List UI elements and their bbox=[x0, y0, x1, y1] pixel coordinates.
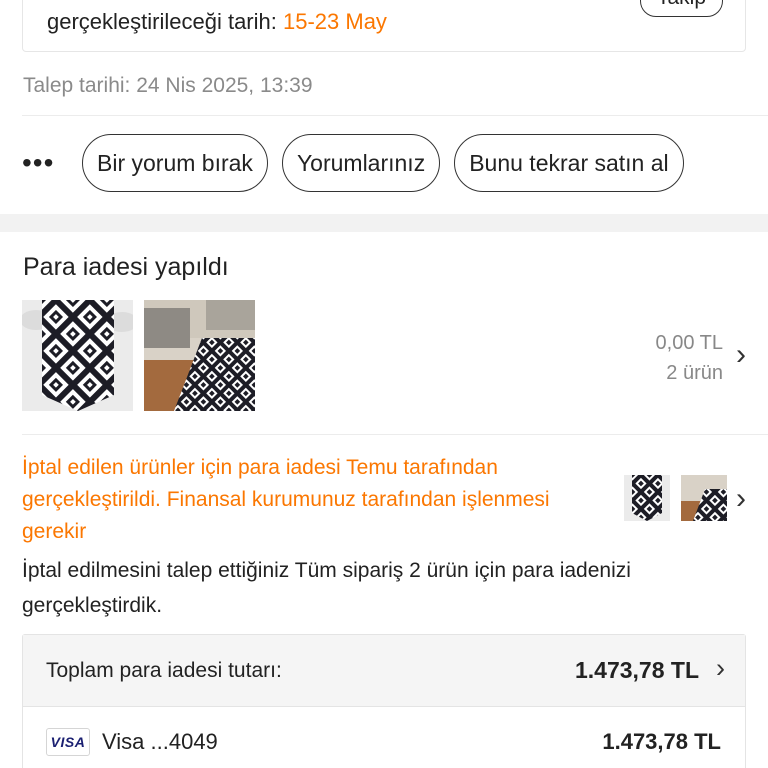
request-date: Talep tarihi: 24 Nis 2025, 13:39 bbox=[23, 74, 313, 97]
your-reviews-button[interactable]: Yorumlarınız bbox=[281, 134, 441, 192]
payment-card-label: Visa ...4049 bbox=[102, 729, 218, 754]
refund-total-label: Toplam para iadesi tutarı: bbox=[46, 659, 282, 682]
payment-method-row: VISA Visa ...4049 1.473,78 TL bbox=[23, 707, 745, 768]
track-button[interactable]: Takip bbox=[639, 0, 723, 17]
buy-again-button[interactable]: Bunu tekrar satın al bbox=[454, 134, 684, 192]
refund-total-box: Toplam para iadesi tutarı: 1.473,78 TL ›… bbox=[22, 634, 746, 768]
refund-summary[interactable]: 0,00 TL 2 ürün bbox=[656, 328, 723, 388]
chevron-right-icon[interactable]: › bbox=[736, 482, 746, 516]
refund-item-count: 2 ürün bbox=[666, 362, 723, 384]
order-actions: ••• Bir yorum bırak Yorumlarınız Bunu te… bbox=[22, 134, 684, 192]
refund-item-amount: 0,00 TL bbox=[655, 332, 723, 354]
section-divider bbox=[0, 214, 768, 232]
delivery-date-range: 15-23 May bbox=[282, 9, 387, 34]
chevron-right-icon[interactable]: › bbox=[736, 338, 746, 372]
refund-status-title: Para iadesi yapıldı bbox=[23, 253, 229, 281]
divider bbox=[22, 434, 768, 435]
refund-total-row[interactable]: Toplam para iadesi tutarı: 1.473,78 TL › bbox=[23, 635, 745, 707]
product-thumbnail-rug[interactable] bbox=[144, 300, 255, 411]
chevron-right-icon[interactable]: › bbox=[716, 653, 725, 684]
shipment-card: gerçekleştirileceği tarih: 15-23 May Tak… bbox=[22, 0, 746, 52]
refund-explanation: İptal edilmesini talep ettiğiniz Tüm sip… bbox=[22, 559, 631, 617]
refund-total-value: 1.473,78 TL bbox=[574, 657, 699, 683]
payment-amount: 1.473,78 TL bbox=[602, 729, 721, 754]
leave-review-button[interactable]: Bir yorum bırak bbox=[82, 134, 268, 192]
more-icon[interactable]: ••• bbox=[22, 134, 62, 192]
product-thumbnail-table-runner[interactable] bbox=[22, 300, 133, 411]
refund-notice: İptal edilen ürünler için para iadesi Te… bbox=[22, 456, 550, 543]
product-mini-thumbnail-table-runner[interactable] bbox=[624, 475, 670, 521]
divider bbox=[22, 115, 768, 116]
delivery-date-line: gerçekleştirileceği tarih: 15-23 May bbox=[47, 9, 387, 35]
delivery-date-label: gerçekleştirileceği tarih: bbox=[47, 9, 283, 34]
visa-card-icon: VISA bbox=[46, 728, 90, 756]
product-mini-thumbnail-rug[interactable] bbox=[681, 475, 727, 521]
